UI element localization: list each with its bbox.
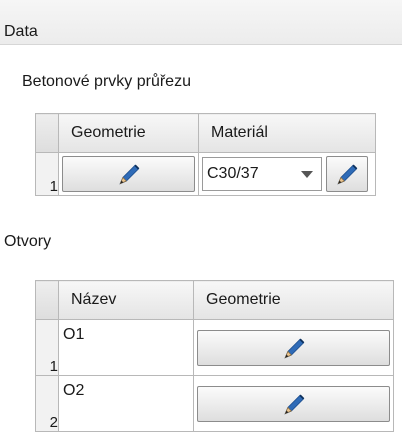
panel-header: Data — [0, 0, 402, 45]
table-header-row: Geometrie Materiál — [35, 113, 376, 153]
pencil-icon — [115, 160, 143, 188]
material-select[interactable]: C30/37 — [202, 157, 322, 191]
edit-geometry-button[interactable] — [197, 329, 390, 366]
opening-name-cell[interactable]: O1 — [58, 319, 194, 376]
row-number: 1 — [35, 152, 59, 196]
material-cell: C30/37 — [198, 152, 376, 196]
edit-geometry-button[interactable] — [62, 156, 195, 192]
material-value: C30/37 — [207, 165, 259, 182]
column-header-geometry[interactable]: Geometrie — [193, 280, 394, 320]
table-corner — [35, 280, 59, 320]
openings-table: Název Geometrie 1 O1 2 O2 — [35, 280, 394, 432]
table-row: 1 O1 — [35, 319, 394, 376]
table-header-row: Název Geometrie — [35, 280, 394, 320]
concrete-elements-table: Geometrie Materiál 1 C30/37 — [35, 113, 376, 196]
edit-geometry-button[interactable] — [197, 385, 390, 422]
row-number: 2 — [35, 375, 59, 432]
geometry-cell — [58, 152, 199, 196]
geometry-cell — [193, 375, 394, 432]
pencil-icon — [333, 160, 361, 188]
openings-section-label: Otvory — [4, 233, 52, 250]
edit-material-button[interactable] — [326, 156, 368, 192]
panel-title: Data — [4, 23, 38, 40]
column-header-geometry[interactable]: Geometrie — [58, 113, 199, 153]
concrete-section-label: Betonové prvky průřezu — [22, 73, 191, 90]
chevron-down-icon — [301, 170, 313, 178]
opening-name-cell[interactable]: O2 — [58, 375, 194, 432]
table-row: 1 C30/37 — [35, 152, 376, 196]
table-corner — [35, 113, 59, 153]
pencil-icon — [280, 390, 308, 418]
column-header-name[interactable]: Název — [58, 280, 194, 320]
pencil-icon — [280, 334, 308, 362]
table-row: 2 O2 — [35, 375, 394, 432]
row-number: 1 — [35, 319, 59, 376]
data-panel: Data Betonové prvky průřezu Geometrie Ma… — [0, 0, 402, 432]
geometry-cell — [193, 319, 394, 376]
column-header-material[interactable]: Materiál — [198, 113, 376, 153]
